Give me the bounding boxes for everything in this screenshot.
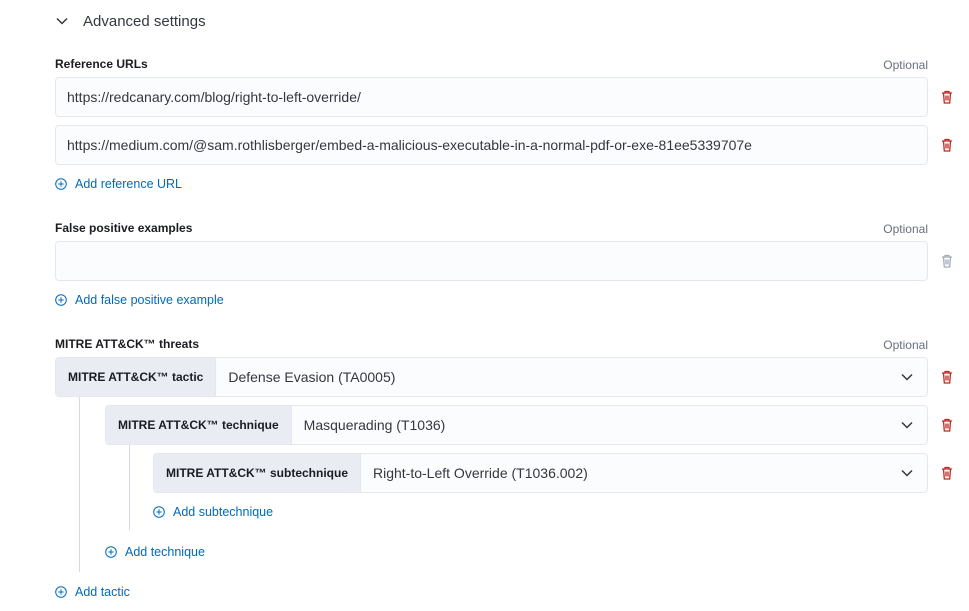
add-technique-button[interactable]: Add technique: [105, 545, 205, 559]
mitre-tactic-select[interactable]: MITRE ATT&CK™ tactic Defense Evasion (TA…: [55, 357, 928, 397]
chevron-down-icon: [55, 9, 79, 33]
trash-icon: [942, 90, 952, 104]
false-positive-input[interactable]: [55, 241, 928, 281]
plus-in-circle-icon: [55, 294, 68, 307]
advanced-settings-label: Advanced settings: [83, 12, 206, 30]
mitre-threats-optional: Optional: [883, 338, 928, 352]
reference-url-input-1[interactable]: [55, 77, 928, 117]
mitre-technique-prepend: MITRE ATT&CK™ technique: [106, 406, 292, 444]
technique-tree-line: [129, 445, 130, 530]
reference-urls-optional: Optional: [883, 58, 928, 72]
mitre-technique-select[interactable]: MITRE ATT&CK™ technique Masquerading (T1…: [105, 405, 928, 445]
remove-subtechnique-button[interactable]: [937, 463, 957, 483]
trash-icon: [942, 254, 952, 268]
tactic-tree-line: [79, 397, 80, 572]
plus-in-circle-icon: [55, 586, 68, 599]
plus-in-circle-icon: [153, 506, 166, 519]
chevron-down-icon: [887, 454, 927, 492]
reference-urls-label: Reference URLs: [55, 57, 148, 71]
reference-url-input-2[interactable]: [55, 125, 928, 165]
remove-false-positive-button: [937, 251, 957, 271]
remove-technique-button[interactable]: [937, 415, 957, 435]
remove-reference-url-2-button[interactable]: [937, 135, 957, 155]
add-subtechnique-label: Add subtechnique: [173, 505, 274, 519]
add-tactic-button[interactable]: Add tactic: [55, 585, 130, 599]
trash-icon: [942, 370, 952, 384]
mitre-technique-value: Masquerading (T1036): [303, 417, 446, 433]
mitre-subtechnique-select[interactable]: MITRE ATT&CK™ subtechnique Right-to-Left…: [153, 453, 928, 493]
mitre-subtechnique-prepend: MITRE ATT&CK™ subtechnique: [154, 454, 361, 492]
add-reference-url-button[interactable]: Add reference URL: [55, 177, 182, 191]
advanced-settings-toggle[interactable]: Advanced settings: [55, 8, 206, 34]
mitre-subtechnique-value: Right-to-Left Override (T1036.002): [373, 465, 588, 481]
trash-icon: [942, 418, 952, 432]
chevron-down-icon: [887, 358, 927, 396]
plus-in-circle-icon: [55, 178, 68, 191]
false-positives-optional: Optional: [883, 222, 928, 236]
add-reference-url-label: Add reference URL: [75, 177, 183, 191]
chevron-down-icon: [887, 406, 927, 444]
add-false-positive-label: Add false positive example: [75, 293, 224, 307]
add-subtechnique-button[interactable]: Add subtechnique: [153, 505, 273, 519]
add-technique-label: Add technique: [125, 545, 205, 559]
remove-tactic-button[interactable]: [937, 367, 957, 387]
trash-icon: [942, 138, 952, 152]
mitre-tactic-value: Defense Evasion (TA0005): [228, 369, 396, 385]
mitre-tactic-prepend: MITRE ATT&CK™ tactic: [56, 358, 217, 396]
plus-in-circle-icon: [105, 546, 118, 559]
mitre-threats-label: MITRE ATT&CK™ threats: [55, 337, 199, 351]
add-false-positive-button[interactable]: Add false positive example: [55, 293, 224, 307]
trash-icon: [942, 466, 952, 480]
add-tactic-label: Add tactic: [75, 585, 130, 599]
remove-reference-url-1-button[interactable]: [937, 87, 957, 107]
false-positives-label: False positive examples: [55, 221, 193, 235]
